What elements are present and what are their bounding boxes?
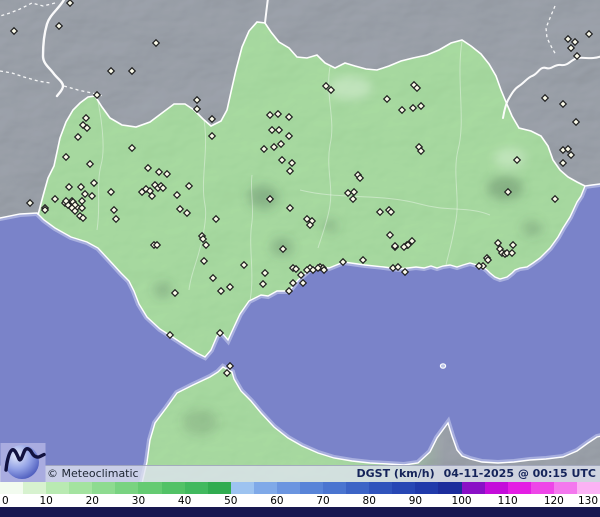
legend-tick-label: 10 [39,495,52,507]
legend-tick-label: 90 [409,495,422,507]
legend-color-cell [0,482,23,494]
meteoclimatic-logo[interactable] [0,441,48,482]
legend-tick-label: 110 [498,495,518,507]
alboran-island [440,364,445,368]
legend-color-cell [531,482,554,494]
legend-tick-label: 70 [316,495,329,507]
legend-tick-label: 0 [2,495,9,507]
legend-tick-label: 50 [224,495,237,507]
legend-color-cell [46,482,69,494]
legend-color-cell [115,482,138,494]
legend-color-cell [346,482,369,494]
legend-tick-label: 130 [578,495,598,507]
legend-color-cell [254,482,277,494]
attribution-bar: © Meteoclimatic DGST (km/h) 04-11-2025 @… [0,465,600,482]
legend-color-cell [415,482,438,494]
timestamp: 04-11-2025 @ 00:15 UTC [444,466,596,482]
legend-tick-label: 120 [544,495,564,507]
legend-color-cell [485,482,508,494]
legend-color-cell [508,482,531,494]
legend-color-cell [92,482,115,494]
legend-tick-label: 100 [452,495,472,507]
legend-tick-label: 40 [178,495,191,507]
legend-color-scale [0,482,600,494]
legend-color-cell [162,482,185,494]
legend-color-cell [231,482,254,494]
legend-color-cell [577,482,600,494]
legend-tick-label: 60 [270,495,283,507]
legend-color-cell [300,482,323,494]
legend-color-cell [208,482,231,494]
legend-tick-labels: 0 10 20 30 40 50 60 70 80 90 100 110 120 130 [0,494,600,507]
bottom-strip [0,507,600,517]
map-title: DGST (km/h) 04-11-2025 @ 00:15 UTC [357,466,596,482]
legend-color-cell [23,482,46,494]
legend-color-cell [138,482,161,494]
legend-color-cell [185,482,208,494]
legend-color-cell [462,482,485,494]
legend-color-cell [323,482,346,494]
legend-color-cell [277,482,300,494]
wind-gust-map [0,0,600,483]
legend-tick-label: 30 [132,495,145,507]
legend-color-cell [369,482,392,494]
legend-tick-label: 20 [86,495,99,507]
legend-color-cell [438,482,461,494]
legend-color-cell [69,482,92,494]
legend-tick-label: 80 [363,495,376,507]
legend-color-cell [392,482,415,494]
attribution-text: © Meteoclimatic [47,466,139,482]
legend-color-cell [554,482,577,494]
weather-map-app: © Meteoclimatic DGST (km/h) 04-11-2025 @… [0,0,600,517]
product-label: DGST (km/h) [357,466,435,482]
